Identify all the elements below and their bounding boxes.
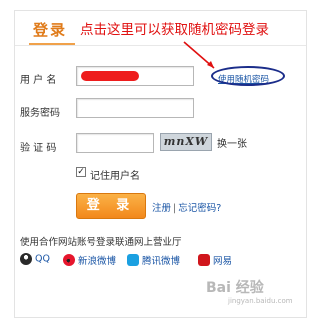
partner-netease[interactable]: 网易 [198, 253, 232, 267]
tencent-weibo-icon [127, 254, 139, 266]
page-title: 登录 [33, 21, 68, 39]
baidu-watermark: Bai 经验 [206, 280, 264, 296]
penguin-icon [20, 253, 32, 265]
partner-tencent-weibo-label: 腾讯微博 [142, 256, 181, 267]
link-separator: | [173, 203, 177, 214]
service-password-input[interactable] [76, 98, 194, 118]
refresh-captcha-link[interactable]: 换一张 [217, 135, 247, 150]
register-link[interactable]: 注册 [152, 203, 171, 214]
remember-checkbox[interactable]: ✓ [76, 167, 86, 177]
partner-login-title: 使用合作网站账号登录联通网上营业厅 [20, 237, 182, 248]
partner-netease-label: 网易 [213, 256, 233, 267]
partner-qq[interactable]: QQ [20, 253, 50, 267]
partner-tencent-weibo[interactable]: 腾讯微博 [127, 253, 180, 267]
login-panel: 登录 [14, 10, 307, 318]
username-label: 用 户 名 [20, 75, 57, 86]
redacted-username [81, 71, 139, 81]
partner-sina-weibo[interactable]: 新浪微博 [63, 253, 116, 267]
service-password-label: 服务密码 [20, 108, 60, 119]
highlight-ellipse [211, 66, 285, 86]
title-underline [29, 43, 75, 45]
login-button[interactable]: 登 录 [76, 193, 146, 219]
captcha-label: 验 证 码 [20, 143, 57, 154]
partner-qq-label: QQ [35, 253, 50, 265]
account-links: 注册 | 忘记密码? [152, 200, 221, 214]
watermark-url: jingyan.baidu.com [228, 297, 293, 305]
username-input[interactable] [76, 66, 194, 86]
netease-icon [198, 254, 210, 266]
weibo-icon [63, 254, 75, 266]
forgot-password-link[interactable]: 忘记密码? [178, 203, 221, 214]
remember-label: 记住用户名 [90, 171, 140, 182]
partner-sina-weibo-label: 新浪微博 [78, 256, 117, 267]
annotation-text: 点击这里可以获取随机密码登录 [80, 22, 269, 38]
captcha-input[interactable] [76, 133, 154, 153]
captcha-image[interactable]: mnXW [160, 133, 212, 151]
